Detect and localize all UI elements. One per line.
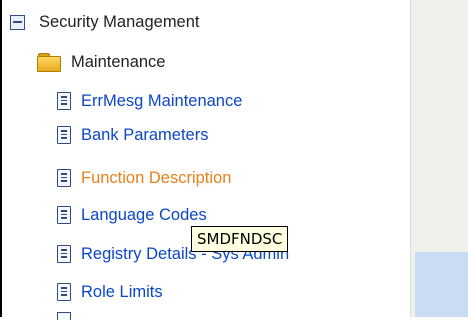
tree-item-role-limits[interactable]: Role Limits xyxy=(57,278,163,306)
tree-item-language-codes[interactable]: Language Codes xyxy=(57,201,207,229)
panel-divider xyxy=(410,0,411,317)
tree-item-function-description[interactable]: Function Description xyxy=(57,164,231,192)
tree-node-maintenance[interactable]: Maintenance xyxy=(37,48,165,76)
document-icon xyxy=(57,206,71,224)
document-icon xyxy=(57,312,71,320)
tree-item-label[interactable]: Role Limits xyxy=(81,283,163,302)
tree-node-label: Security Management xyxy=(39,12,200,31)
panel-highlight xyxy=(415,252,468,317)
document-icon xyxy=(57,92,71,110)
folder-open-icon xyxy=(37,53,61,72)
document-icon xyxy=(57,169,71,187)
tree-item-bank-parameters[interactable]: Bank Parameters xyxy=(57,121,208,149)
tree-item-label[interactable]: ErrMesg Maintenance xyxy=(81,92,242,111)
navigation-tree: Security Management Maintenance ErrMesg … xyxy=(0,0,410,320)
tree-item-errmesg-maintenance[interactable]: ErrMesg Maintenance xyxy=(57,87,242,115)
tree-node-security-management[interactable]: Security Management xyxy=(10,8,200,36)
collapse-icon[interactable] xyxy=(10,14,25,30)
tree-item-label[interactable]: Bank Parameters xyxy=(81,126,208,145)
document-icon xyxy=(57,245,71,263)
tree-item-label[interactable]: Function Description xyxy=(81,169,231,188)
document-icon xyxy=(57,283,71,301)
tree-node-label: Maintenance xyxy=(71,52,166,71)
tooltip: SMDFNDSC xyxy=(191,226,289,252)
tree-item-label[interactable]: Language Codes xyxy=(81,206,207,225)
document-icon xyxy=(57,126,71,144)
